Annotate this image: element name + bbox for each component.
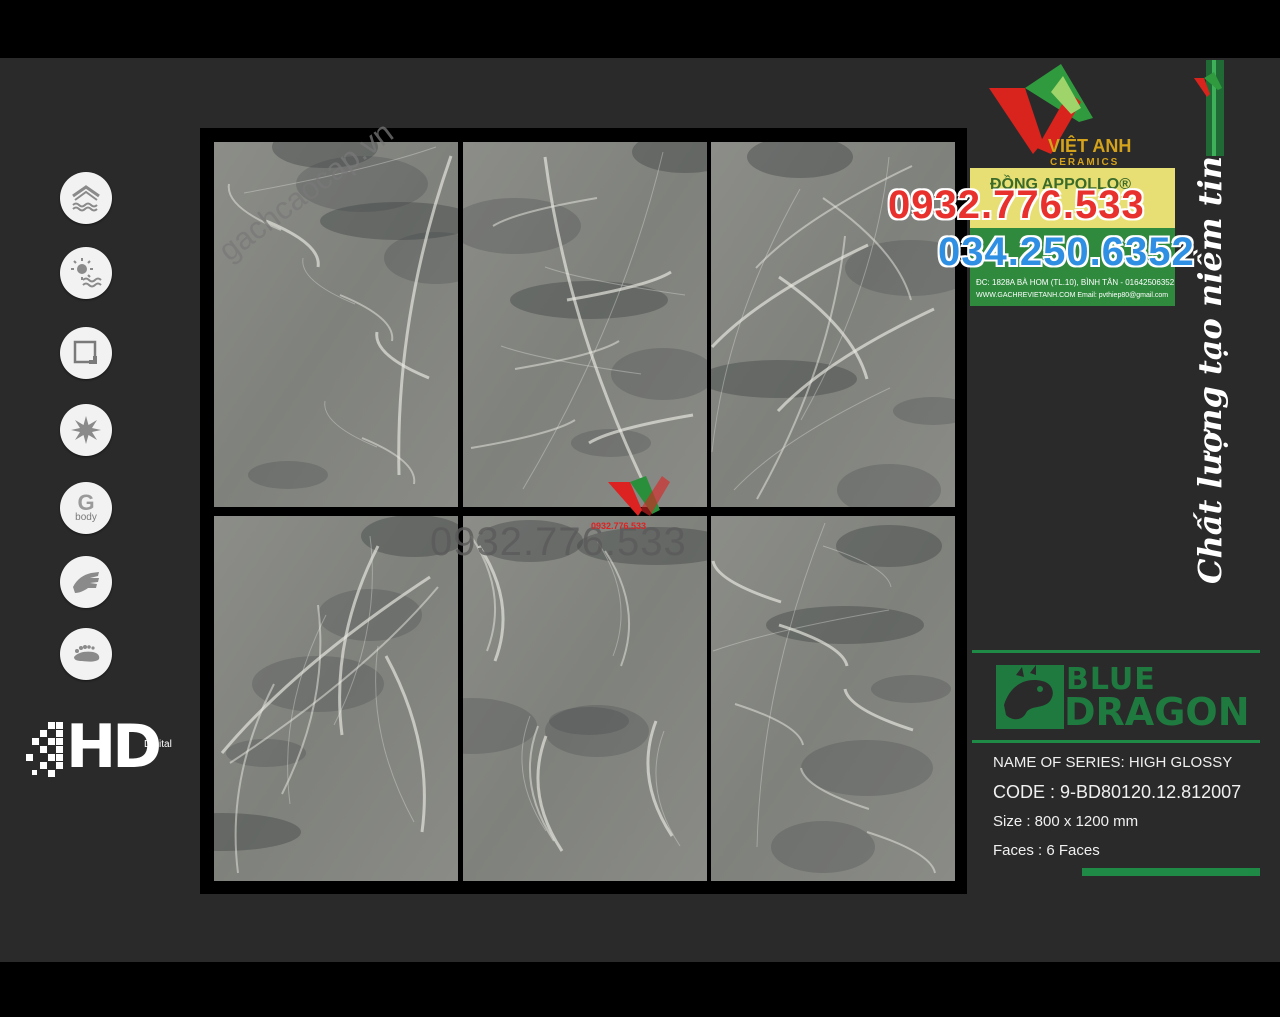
brand-name-line2: DRAGON [1064,690,1250,734]
pixel-mosaic-icon [26,722,63,777]
spec-series: NAME OF SERIES: HIGH GLOSSY [993,754,1233,771]
phone-number-secondary: 034.250.6352 [938,230,1195,274]
g-body-label: body [75,512,97,523]
dealer-card-web: WWW.GACHREVIETANH.COM Email: pvthiep80@g… [976,292,1169,299]
small-viet-anh-logo [1194,72,1222,97]
marble-tile [463,516,707,881]
dealer-card-address: ĐC: 1828A BÀ HOM (TL.10), BÌNH TÂN - 016… [976,278,1175,287]
hd-digital-label: Digital [144,739,172,750]
burst-icon [60,404,112,456]
marble-tile [214,516,458,881]
phone-number-primary: 0932.776.533 [888,183,1145,227]
slogan: Chất lượng tạo niềm tin [1191,156,1229,584]
specs-bottom-bar [1082,868,1260,876]
dealer-subtitle: CERAMICS [1050,157,1120,168]
g-body-letter: G [77,490,95,515]
marble-tile [214,142,458,507]
brand-bottom-rule [972,740,1260,743]
marble-tile [711,516,955,881]
sun-wave-icon [60,247,112,299]
spec-faces: Faces : 6 Faces [993,842,1100,859]
square-edge-icon [60,327,112,379]
brand-top-rule [972,650,1260,653]
spec-code: CODE : 9-BD80120.12.812007 [993,782,1242,802]
dragon-emblem-icon [996,665,1064,729]
foot-icon [60,628,112,680]
g-body-icon: G body [60,482,112,534]
center-watermark-phone: 0932.776.533 [591,521,647,531]
hd-digital-logo: HD Digital [26,712,172,782]
roof-wave-icon [60,172,112,224]
hand-icon [60,556,112,608]
marble-tile [463,142,707,507]
spec-size: Size : 800 x 1200 mm [993,813,1139,830]
dealer-name: VIỆT ANH [1048,136,1132,156]
